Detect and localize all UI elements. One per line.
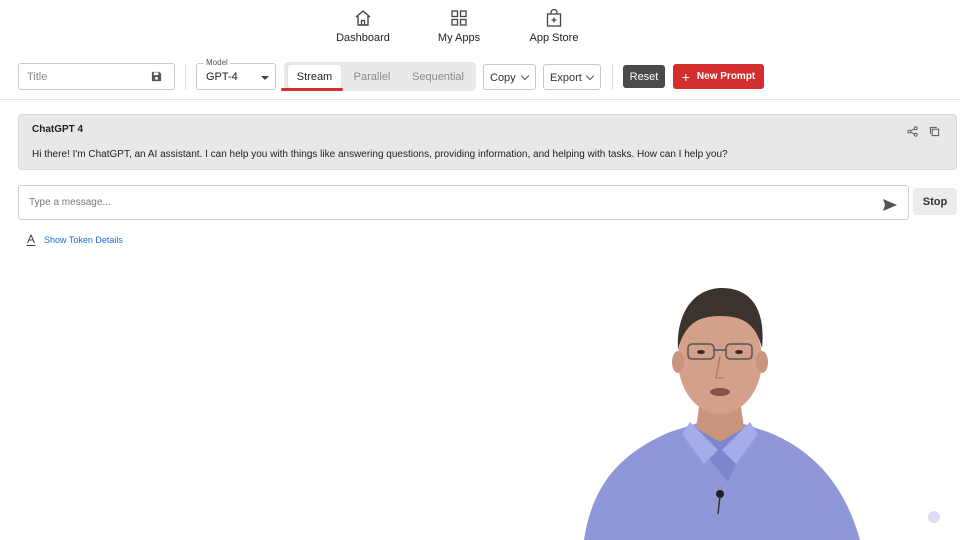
show-token-details-label: Show Token Details	[44, 235, 123, 245]
caret-down-icon	[261, 76, 269, 80]
toolbar-divider	[612, 64, 613, 90]
plus-icon: +	[681, 68, 690, 85]
nav-my-apps-label: My Apps	[437, 32, 481, 44]
title-field[interactable]	[18, 63, 175, 90]
prompt-toolbar: Model GPT-4 Stream Parallel Sequential C…	[0, 58, 960, 92]
model-legend: Model	[204, 58, 230, 68]
send-icon[interactable]	[882, 198, 898, 212]
chevron-down-icon	[585, 71, 595, 81]
export-dropdown[interactable]: Export	[543, 64, 601, 90]
export-dropdown-label: Export	[550, 72, 582, 84]
mode-parallel-button[interactable]: Parallel	[346, 65, 398, 88]
chat-response-card: ChatGPT 4 Hi there! I'm ChatGPT, an AI a…	[18, 114, 957, 170]
nav-app-store-label: App Store	[529, 32, 579, 44]
nav-app-store[interactable]: App Store	[509, 8, 599, 44]
active-mode-underline	[281, 88, 343, 91]
model-select[interactable]: Model GPT-4	[196, 58, 276, 90]
mode-toggle-group: Stream Parallel Sequential	[284, 62, 476, 91]
model-value: GPT-4	[206, 71, 238, 83]
grid-icon	[451, 10, 467, 26]
presenter-video	[584, 288, 860, 540]
nav-dashboard[interactable]: Dashboard	[318, 8, 408, 44]
response-sender: ChatGPT 4	[32, 124, 84, 135]
reset-button[interactable]: Reset	[623, 65, 665, 88]
mode-sequential-button[interactable]: Sequential	[402, 65, 474, 88]
stop-button[interactable]: Stop	[913, 188, 957, 215]
new-prompt-label: New Prompt	[696, 71, 756, 82]
copy-icon[interactable]	[929, 126, 940, 137]
chevron-down-icon	[520, 71, 530, 81]
mode-stream-button[interactable]: Stream	[288, 65, 341, 88]
save-icon[interactable]	[151, 71, 162, 82]
new-prompt-button[interactable]: + New Prompt	[673, 64, 764, 89]
message-input[interactable]	[19, 186, 839, 219]
home-icon	[355, 10, 371, 26]
share-icon[interactable]	[907, 126, 918, 137]
message-composer	[18, 185, 909, 220]
nav-dashboard-label: Dashboard	[336, 32, 390, 44]
decorative-dot	[928, 511, 940, 523]
response-message: Hi there! I'm ChatGPT, an AI assistant. …	[32, 149, 728, 160]
toolbar-divider	[185, 64, 186, 90]
top-navigation: Dashboard My Apps App Store	[0, 0, 960, 52]
font-icon	[26, 234, 36, 246]
header-divider	[0, 99, 960, 100]
copy-dropdown[interactable]: Copy	[483, 64, 536, 90]
copy-dropdown-label: Copy	[490, 72, 516, 84]
shopping-bag-plus-icon	[546, 8, 562, 27]
show-token-details-link[interactable]: Show Token Details	[26, 234, 123, 246]
title-input[interactable]	[19, 64, 139, 89]
nav-my-apps[interactable]: My Apps	[414, 8, 504, 44]
